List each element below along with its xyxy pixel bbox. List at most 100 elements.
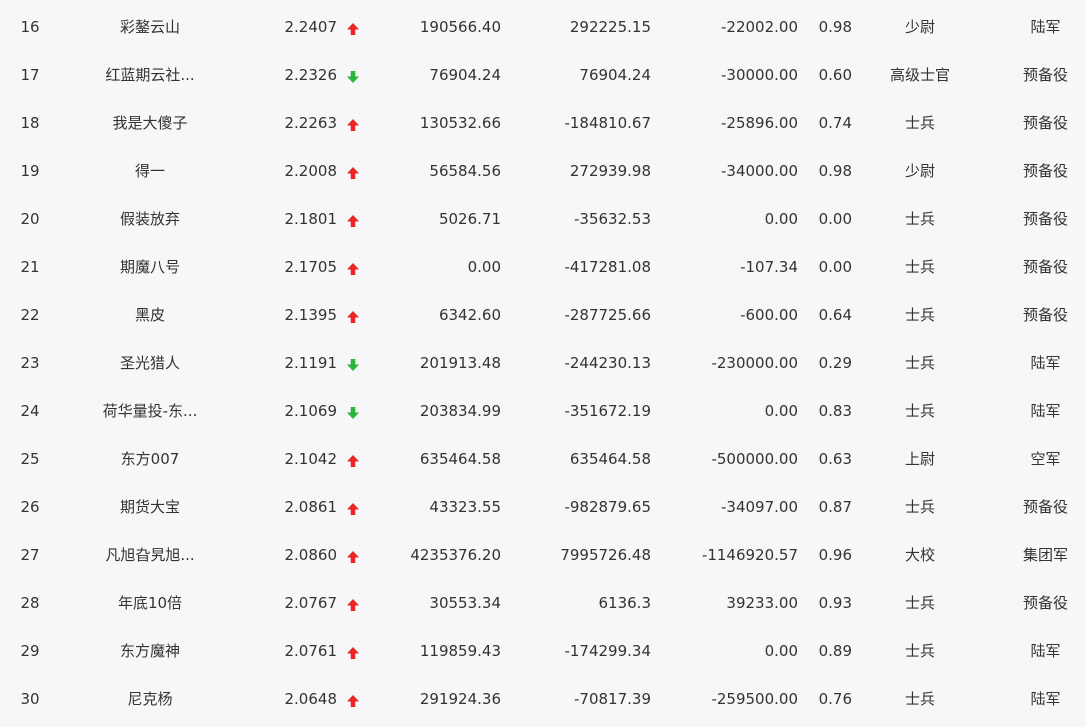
value-cell-1: 30553.34 [429, 594, 501, 612]
table-row[interactable]: 17 红蓝期云社... 2.2326 76904.24 76904.24 -30… [0, 48, 1086, 96]
table-row[interactable]: 27 凡旭旮旯旭... 2.0860 4235376.20 7995726.48… [0, 528, 1086, 576]
ratio-cell: 0.96 [818, 546, 852, 564]
score-cell: 2.0861 [284, 498, 338, 516]
value-cell-1: 76904.24 [429, 66, 501, 84]
arrow-down-icon [344, 48, 362, 96]
value-cell-1: 56584.56 [429, 162, 501, 180]
unit-cell: 预备役 [1022, 594, 1068, 612]
unit-cell: 陆军 [1030, 402, 1061, 420]
rank-cell: 25 [20, 450, 40, 468]
ratio-cell: 0.60 [818, 66, 852, 84]
military-rank-cell: 士兵 [904, 402, 935, 420]
rank-cell: 19 [20, 162, 40, 180]
score-cell: 2.1395 [284, 306, 338, 324]
ratio-cell: 0.64 [818, 306, 852, 324]
military-rank-cell: 少尉 [904, 162, 935, 180]
value-cell-2: -174299.34 [564, 642, 651, 660]
trader-name-link[interactable]: 得一 [84, 144, 216, 192]
trader-name-link[interactable]: 圣光猎人 [84, 336, 216, 384]
arrow-up-icon [344, 240, 362, 288]
rank-cell: 18 [20, 114, 40, 132]
ratio-cell: 0.74 [818, 114, 852, 132]
arrow-up-icon [344, 288, 362, 336]
table-row[interactable]: 19 得一 2.2008 56584.56 272939.98 -34000.0… [0, 144, 1086, 192]
unit-cell: 预备役 [1022, 66, 1068, 84]
table-row[interactable]: 23 圣光猎人 2.1191 201913.48 -244230.13 -230… [0, 336, 1086, 384]
ratio-cell: 0.83 [818, 402, 852, 420]
value-cell-3: -34000.00 [721, 162, 798, 180]
table-row[interactable]: 18 我是大傻子 2.2263 130532.66 -184810.67 -25… [0, 96, 1086, 144]
trader-name-link[interactable]: 凡旭旮旯旭... [84, 528, 216, 576]
military-rank-cell: 士兵 [904, 594, 935, 612]
value-cell-2: -982879.65 [564, 498, 651, 516]
table-row[interactable]: 26 期货大宝 2.0861 43323.55 -982879.65 -3409… [0, 480, 1086, 528]
unit-cell: 陆军 [1030, 690, 1061, 708]
value-cell-1: 0.00 [467, 258, 501, 276]
rank-cell: 20 [20, 210, 40, 228]
value-cell-3: 0.00 [764, 210, 798, 228]
ranking-table: 16 彩鏊云山 2.2407 190566.40 292225.15 -2200… [0, 0, 1086, 719]
trader-name-link[interactable]: 红蓝期云社... [84, 48, 216, 96]
ratio-cell: 0.93 [818, 594, 852, 612]
trader-name-link[interactable]: 我是大傻子 [84, 96, 216, 144]
arrow-up-icon [344, 576, 362, 624]
score-cell: 2.2263 [284, 114, 338, 132]
score-cell: 2.0860 [284, 546, 338, 564]
arrow-up-icon [344, 528, 362, 576]
score-cell: 2.0648 [284, 690, 338, 708]
rank-cell: 23 [20, 354, 40, 372]
trader-name-link[interactable]: 东方007 [84, 432, 216, 480]
value-cell-3: 39233.00 [726, 594, 798, 612]
value-cell-2: -244230.13 [564, 354, 651, 372]
value-cell-2: -70817.39 [574, 690, 651, 708]
ratio-cell: 0.98 [818, 18, 852, 36]
value-cell-1: 5026.71 [438, 210, 501, 228]
value-cell-2: 7995726.48 [560, 546, 651, 564]
table-row[interactable]: 25 东方007 2.1042 635464.58 635464.58 -500… [0, 432, 1086, 480]
rank-cell: 27 [20, 546, 40, 564]
rank-cell: 30 [20, 690, 40, 708]
military-rank-cell: 士兵 [904, 354, 935, 372]
table-row[interactable]: 21 期魔八号 2.1705 0.00 -417281.08 -107.34 0… [0, 240, 1086, 288]
unit-cell: 陆军 [1030, 354, 1061, 372]
table-row[interactable]: 20 假装放弃 2.1801 5026.71 -35632.53 0.00 0.… [0, 192, 1086, 240]
trader-name-link[interactable]: 假装放弃 [84, 192, 216, 240]
ratio-cell: 0.89 [818, 642, 852, 660]
table-row[interactable]: 30 尼克杨 2.0648 291924.36 -70817.39 -25950… [0, 672, 1086, 720]
trader-name-link[interactable]: 尼克杨 [84, 672, 216, 720]
trader-name-link[interactable]: 期魔八号 [84, 240, 216, 288]
table-row[interactable]: 29 东方魔神 2.0761 119859.43 -174299.34 0.00… [0, 624, 1086, 672]
arrow-up-icon [344, 624, 362, 672]
unit-cell: 预备役 [1022, 114, 1068, 132]
trader-name-link[interactable]: 荷华量投-东... [84, 384, 216, 432]
unit-cell: 陆军 [1030, 18, 1061, 36]
value-cell-2: -35632.53 [574, 210, 651, 228]
value-cell-1: 6342.60 [438, 306, 501, 324]
value-cell-3: -107.34 [740, 258, 798, 276]
rank-cell: 24 [20, 402, 40, 420]
ratio-cell: 0.98 [818, 162, 852, 180]
value-cell-3: -259500.00 [711, 690, 798, 708]
score-cell: 2.1069 [284, 402, 338, 420]
value-cell-1: 130532.66 [419, 114, 501, 132]
table-row[interactable]: 16 彩鏊云山 2.2407 190566.40 292225.15 -2200… [0, 0, 1086, 48]
table-row[interactable]: 22 黑皮 2.1395 6342.60 -287725.66 -600.00 … [0, 288, 1086, 336]
trader-name-link[interactable]: 期货大宝 [84, 480, 216, 528]
trader-name-link[interactable]: 年底10倍 [84, 576, 216, 624]
value-cell-3: -25896.00 [721, 114, 798, 132]
table-row[interactable]: 24 荷华量投-东... 2.1069 203834.99 -351672.19… [0, 384, 1086, 432]
score-cell: 2.2008 [284, 162, 338, 180]
trader-name-link[interactable]: 彩鏊云山 [84, 0, 216, 48]
score-cell: 2.2326 [284, 66, 338, 84]
value-cell-1: 203834.99 [419, 402, 501, 420]
ratio-cell: 0.87 [818, 498, 852, 516]
value-cell-2: -351672.19 [564, 402, 651, 420]
rank-cell: 28 [20, 594, 40, 612]
unit-cell: 集团军 [1022, 546, 1068, 564]
table-row[interactable]: 28 年底10倍 2.0767 30553.34 6136.3 39233.00… [0, 576, 1086, 624]
ratio-cell: 0.76 [818, 690, 852, 708]
value-cell-2: 292225.15 [569, 18, 651, 36]
trader-name-link[interactable]: 黑皮 [84, 288, 216, 336]
value-cell-1: 43323.55 [429, 498, 501, 516]
trader-name-link[interactable]: 东方魔神 [84, 624, 216, 672]
